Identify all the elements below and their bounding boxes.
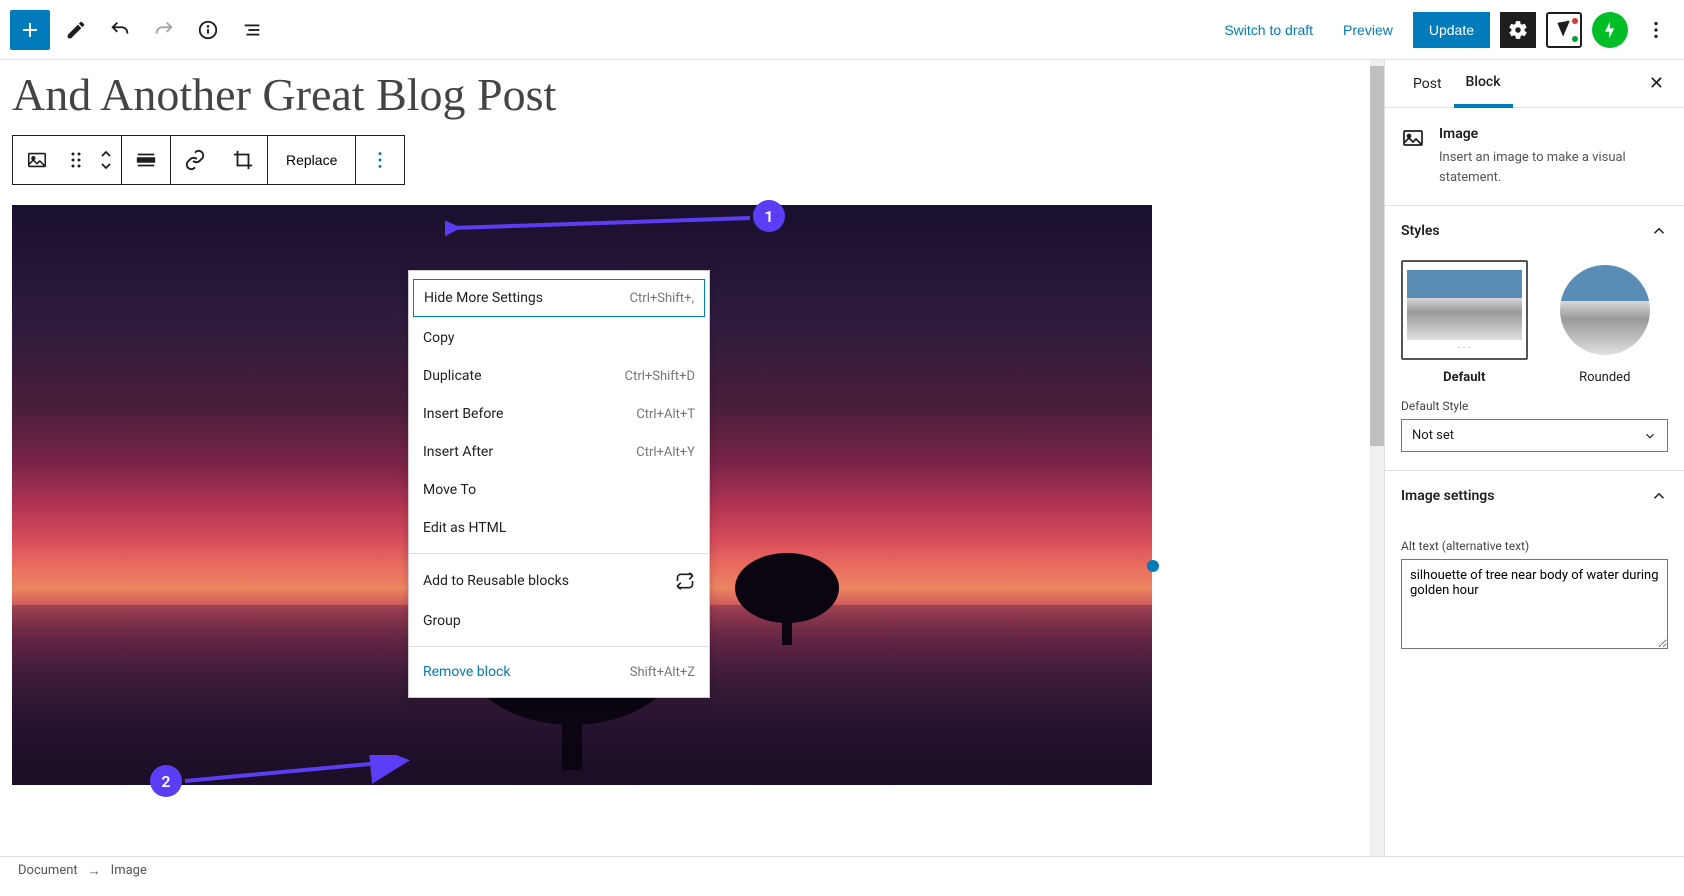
editor-area: And Another Great Blog Post xyxy=(0,60,1384,856)
menu-hide-more-settings[interactable]: Hide More SettingsCtrl+Shift+, xyxy=(413,279,705,317)
menu-edit-html[interactable]: Edit as HTML xyxy=(409,509,709,547)
block-title: Image xyxy=(1439,126,1668,142)
close-sidebar-button[interactable]: ✕ xyxy=(1645,69,1668,98)
drag-handle[interactable] xyxy=(61,136,91,184)
alt-text-label: Alt text (alternative text) xyxy=(1401,539,1668,553)
image-block-icon xyxy=(1401,126,1425,187)
style-rounded[interactable]: Rounded xyxy=(1542,260,1669,385)
topbar-left xyxy=(10,10,270,50)
tab-post[interactable]: Post xyxy=(1401,62,1454,106)
switch-to-draft-button[interactable]: Switch to draft xyxy=(1214,14,1323,46)
resize-handle-icon[interactable] xyxy=(1147,560,1159,572)
style-default[interactable]: — — — Default xyxy=(1401,260,1528,385)
crop-button[interactable] xyxy=(219,136,267,184)
chevron-up-icon xyxy=(1650,487,1668,505)
styles-panel-toggle[interactable]: Styles xyxy=(1385,206,1684,256)
block-type-button[interactable] xyxy=(13,136,61,184)
block-more-button[interactable] xyxy=(356,136,404,184)
undo-button[interactable] xyxy=(102,12,138,48)
info-button[interactable] xyxy=(190,12,226,48)
crumb-image[interactable]: Image xyxy=(111,863,147,878)
menu-copy[interactable]: Copy xyxy=(409,319,709,357)
chevron-up-icon xyxy=(1650,222,1668,240)
chevron-down-icon xyxy=(1643,429,1657,443)
edit-mode-button[interactable] xyxy=(58,12,94,48)
menu-duplicate[interactable]: DuplicateCtrl+Shift+D xyxy=(409,357,709,395)
image-settings-panel: Image settings Alt text (alternative tex… xyxy=(1385,470,1684,671)
add-block-button[interactable] xyxy=(10,10,50,50)
menu-remove-block[interactable]: Remove blockShift+Alt+Z xyxy=(409,653,709,691)
move-arrows-button[interactable] xyxy=(91,136,121,184)
menu-move-to[interactable]: Move To xyxy=(409,471,709,509)
redo-button[interactable] xyxy=(146,12,182,48)
editor-scrollbar[interactable] xyxy=(1370,60,1384,856)
block-toolbar: Replace xyxy=(12,135,405,185)
menu-reusable-blocks[interactable]: Add to Reusable blocks xyxy=(409,560,709,602)
more-options-button[interactable] xyxy=(1638,12,1674,48)
update-button[interactable]: Update xyxy=(1413,12,1490,48)
reusable-icon xyxy=(675,571,695,591)
link-button[interactable] xyxy=(171,136,219,184)
main-wrap: And Another Great Blog Post xyxy=(0,60,1684,856)
jetpack-icon[interactable] xyxy=(1592,12,1628,48)
align-button[interactable] xyxy=(122,136,170,184)
settings-sidebar: Post Block ✕ Image Insert an image to ma… xyxy=(1384,60,1684,856)
breadcrumb: Document → Image xyxy=(0,856,1684,884)
default-style-select[interactable]: Not set xyxy=(1401,419,1668,452)
outline-button[interactable] xyxy=(234,12,270,48)
image-settings-toggle[interactable]: Image settings xyxy=(1385,471,1684,521)
yoast-icon[interactable] xyxy=(1546,12,1582,48)
crumb-document[interactable]: Document xyxy=(18,863,78,878)
annotation-2-badge: 2 xyxy=(150,765,182,797)
block-header: Image Insert an image to make a visual s… xyxy=(1385,108,1684,205)
preview-button[interactable]: Preview xyxy=(1333,14,1403,46)
alt-text-input[interactable] xyxy=(1401,559,1668,649)
block-options-dropdown: Hide More SettingsCtrl+Shift+, Copy Dupl… xyxy=(408,270,710,698)
settings-button[interactable] xyxy=(1500,12,1536,48)
annotation-1-badge: 1 xyxy=(753,200,785,232)
replace-button[interactable]: Replace xyxy=(268,136,355,184)
topbar-right: Switch to draft Preview Update xyxy=(1214,12,1674,48)
menu-insert-after[interactable]: Insert AfterCtrl+Alt+Y xyxy=(409,433,709,471)
menu-group[interactable]: Group xyxy=(409,602,709,640)
post-title[interactable]: And Another Great Blog Post xyxy=(12,60,1372,135)
block-description: Insert an image to make a visual stateme… xyxy=(1439,148,1668,187)
top-toolbar: Switch to draft Preview Update xyxy=(0,0,1684,60)
menu-insert-before[interactable]: Insert BeforeCtrl+Alt+T xyxy=(409,395,709,433)
tree-silhouette-small xyxy=(732,550,842,645)
default-style-label: Default Style xyxy=(1401,399,1668,413)
sidebar-tabs: Post Block ✕ xyxy=(1385,60,1684,108)
styles-panel: Styles — — — Default Rounded Default Sty… xyxy=(1385,205,1684,470)
tab-block[interactable]: Block xyxy=(1454,60,1513,108)
